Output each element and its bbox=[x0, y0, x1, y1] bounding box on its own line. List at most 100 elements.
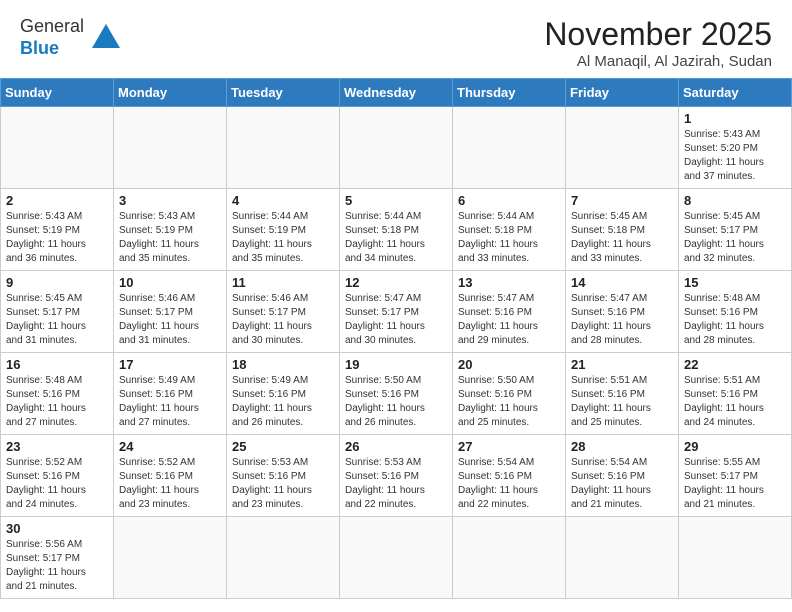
day-number: 21 bbox=[571, 357, 673, 372]
calendar-cell: 4 Sunrise: 5:44 AMSunset: 5:19 PMDaylight… bbox=[227, 189, 340, 271]
day-info: Sunrise: 5:55 AMSunset: 5:17 PMDaylight:… bbox=[684, 456, 786, 512]
calendar-cell bbox=[227, 517, 340, 599]
weekday-header-row: SundayMondayTuesdayWednesdayThursdayFrid… bbox=[1, 79, 792, 107]
day-info: Sunrise: 5:47 AMSunset: 5:16 PMDaylight:… bbox=[458, 292, 560, 348]
calendar-cell bbox=[566, 517, 679, 599]
day-info: Sunrise: 5:46 AMSunset: 5:17 PMDaylight:… bbox=[232, 292, 334, 348]
day-number: 13 bbox=[458, 275, 560, 290]
month-title: November 2025 bbox=[544, 16, 772, 53]
calendar-cell bbox=[340, 107, 453, 189]
page-header: General Blue November 2025 Al Manaqil, A… bbox=[0, 0, 792, 78]
title-area: November 2025 Al Manaqil, Al Jazirah, Su… bbox=[544, 16, 772, 70]
day-number: 14 bbox=[571, 275, 673, 290]
day-number: 5 bbox=[345, 193, 447, 208]
day-info: Sunrise: 5:48 AMSunset: 5:16 PMDaylight:… bbox=[6, 374, 108, 430]
calendar-cell: 6Sunrise: 5:44 AMSunset: 5:18 PMDaylight… bbox=[453, 189, 566, 271]
logo-icon bbox=[88, 20, 124, 56]
day-info: Sunrise: 5:44 AMSunset: 5:18 PMDaylight:… bbox=[458, 210, 560, 266]
calendar-cell: 14 Sunrise: 5:47 AMSunset: 5:16 PMDayligh… bbox=[566, 271, 679, 353]
day-info: Sunrise: 5:52 AMSunset: 5:16 PMDaylight:… bbox=[119, 456, 221, 512]
calendar-cell: 12Sunrise: 5:47 AMSunset: 5:17 PMDayligh… bbox=[340, 271, 453, 353]
calendar-cell: 7Sunrise: 5:45 AMSunset: 5:18 PMDaylight… bbox=[566, 189, 679, 271]
calendar-cell bbox=[453, 517, 566, 599]
calendar-cell: 3Sunrise: 5:43 AMSunset: 5:19 PMDaylight… bbox=[114, 189, 227, 271]
weekday-header-monday: Monday bbox=[114, 79, 227, 107]
day-info: Sunrise: 5:46 AMSunset: 5:17 PMDaylight:… bbox=[119, 292, 221, 348]
location: Al Manaqil, Al Jazirah, Sudan bbox=[544, 53, 772, 70]
calendar-cell: 30 Sunrise: 5:56 AMSunset: 5:17 PMDayligh… bbox=[1, 517, 114, 599]
weekday-header-tuesday: Tuesday bbox=[227, 79, 340, 107]
calendar-cell bbox=[566, 107, 679, 189]
day-info: Sunrise: 5:43 AMSunset: 5:19 PMDaylight:… bbox=[6, 210, 108, 266]
day-info: Sunrise: 5:54 AMSunset: 5:16 PMDaylight:… bbox=[458, 456, 560, 512]
day-info: Sunrise: 5:53 AMSunset: 5:16 PMDaylight:… bbox=[345, 456, 447, 512]
day-number: 22 bbox=[684, 357, 786, 372]
day-number: 1 bbox=[684, 111, 786, 126]
calendar-cell: 24 Sunrise: 5:52 AMSunset: 5:16 PMDayligh… bbox=[114, 435, 227, 517]
weekday-header-wednesday: Wednesday bbox=[340, 79, 453, 107]
calendar-row: 30 Sunrise: 5:56 AMSunset: 5:17 PMDayligh… bbox=[1, 517, 792, 599]
day-number: 11 bbox=[232, 275, 334, 290]
day-info: Sunrise: 5:51 AMSunset: 5:16 PMDaylight:… bbox=[571, 374, 673, 430]
weekday-header-sunday: Sunday bbox=[1, 79, 114, 107]
weekday-header-friday: Friday bbox=[566, 79, 679, 107]
calendar-row: 16 Sunrise: 5:48 AMSunset: 5:16 PMDayligh… bbox=[1, 353, 792, 435]
calendar-cell: 18 Sunrise: 5:49 AMSunset: 5:16 PMDayligh… bbox=[227, 353, 340, 435]
day-info: Sunrise: 5:48 AMSunset: 5:16 PMDaylight:… bbox=[684, 292, 786, 348]
calendar-row: 1 Sunrise: 5:43 AMSunset: 5:20 PMDaylight… bbox=[1, 107, 792, 189]
calendar-cell bbox=[114, 107, 227, 189]
calendar-cell bbox=[340, 517, 453, 599]
day-info: Sunrise: 5:56 AMSunset: 5:17 PMDaylight:… bbox=[6, 538, 108, 594]
calendar-cell: 16 Sunrise: 5:48 AMSunset: 5:16 PMDayligh… bbox=[1, 353, 114, 435]
logo-blue: Blue bbox=[20, 38, 84, 60]
day-number: 3 bbox=[119, 193, 221, 208]
calendar-cell: 13 Sunrise: 5:47 AMSunset: 5:16 PMDayligh… bbox=[453, 271, 566, 353]
day-number: 2 bbox=[6, 193, 108, 208]
day-number: 20 bbox=[458, 357, 560, 372]
calendar-cell: 1 Sunrise: 5:43 AMSunset: 5:20 PMDaylight… bbox=[679, 107, 792, 189]
day-number: 15 bbox=[684, 275, 786, 290]
calendar-cell bbox=[679, 517, 792, 599]
logo: General Blue bbox=[20, 16, 124, 59]
day-info: Sunrise: 5:52 AMSunset: 5:16 PMDaylight:… bbox=[6, 456, 108, 512]
day-number: 8 bbox=[684, 193, 786, 208]
calendar-row: 2 Sunrise: 5:43 AMSunset: 5:19 PMDaylight… bbox=[1, 189, 792, 271]
day-info: Sunrise: 5:45 AMSunset: 5:17 PMDaylight:… bbox=[684, 210, 786, 266]
calendar-cell bbox=[227, 107, 340, 189]
day-info: Sunrise: 5:45 AMSunset: 5:18 PMDaylight:… bbox=[571, 210, 673, 266]
day-info: Sunrise: 5:51 AMSunset: 5:16 PMDaylight:… bbox=[684, 374, 786, 430]
day-info: Sunrise: 5:47 AMSunset: 5:17 PMDaylight:… bbox=[345, 292, 447, 348]
day-info: Sunrise: 5:44 AMSunset: 5:18 PMDaylight:… bbox=[345, 210, 447, 266]
calendar-cell: 15 Sunrise: 5:48 AMSunset: 5:16 PMDayligh… bbox=[679, 271, 792, 353]
calendar-cell bbox=[453, 107, 566, 189]
calendar-row: 23 Sunrise: 5:52 AMSunset: 5:16 PMDayligh… bbox=[1, 435, 792, 517]
calendar-cell: 26 Sunrise: 5:53 AMSunset: 5:16 PMDayligh… bbox=[340, 435, 453, 517]
day-info: Sunrise: 5:47 AMSunset: 5:16 PMDaylight:… bbox=[571, 292, 673, 348]
calendar-cell: 23 Sunrise: 5:52 AMSunset: 5:16 PMDayligh… bbox=[1, 435, 114, 517]
day-number: 24 bbox=[119, 439, 221, 454]
day-number: 25 bbox=[232, 439, 334, 454]
calendar-cell: 29Sunrise: 5:55 AMSunset: 5:17 PMDayligh… bbox=[679, 435, 792, 517]
day-number: 4 bbox=[232, 193, 334, 208]
day-info: Sunrise: 5:49 AMSunset: 5:16 PMDaylight:… bbox=[232, 374, 334, 430]
calendar-cell: 20 Sunrise: 5:50 AMSunset: 5:16 PMDayligh… bbox=[453, 353, 566, 435]
day-number: 30 bbox=[6, 521, 108, 536]
day-info: Sunrise: 5:49 AMSunset: 5:16 PMDaylight:… bbox=[119, 374, 221, 430]
calendar-cell: 21 Sunrise: 5:51 AMSunset: 5:16 PMDayligh… bbox=[566, 353, 679, 435]
calendar-cell: 10 Sunrise: 5:46 AMSunset: 5:17 PMDayligh… bbox=[114, 271, 227, 353]
day-number: 16 bbox=[6, 357, 108, 372]
calendar-cell: 11 Sunrise: 5:46 AMSunset: 5:17 PMDayligh… bbox=[227, 271, 340, 353]
day-number: 23 bbox=[6, 439, 108, 454]
day-info: Sunrise: 5:50 AMSunset: 5:16 PMDaylight:… bbox=[458, 374, 560, 430]
day-info: Sunrise: 5:43 AMSunset: 5:20 PMDaylight:… bbox=[684, 128, 786, 184]
day-info: Sunrise: 5:44 AMSunset: 5:19 PMDaylight:… bbox=[232, 210, 334, 266]
calendar-cell: 28Sunrise: 5:54 AMSunset: 5:16 PMDayligh… bbox=[566, 435, 679, 517]
calendar-cell: 19Sunrise: 5:50 AMSunset: 5:16 PMDayligh… bbox=[340, 353, 453, 435]
day-number: 26 bbox=[345, 439, 447, 454]
day-number: 9 bbox=[6, 275, 108, 290]
day-number: 10 bbox=[119, 275, 221, 290]
logo-general: General bbox=[20, 16, 84, 38]
day-number: 18 bbox=[232, 357, 334, 372]
calendar-cell: 22 Sunrise: 5:51 AMSunset: 5:16 PMDayligh… bbox=[679, 353, 792, 435]
calendar-cell: 27Sunrise: 5:54 AMSunset: 5:16 PMDayligh… bbox=[453, 435, 566, 517]
